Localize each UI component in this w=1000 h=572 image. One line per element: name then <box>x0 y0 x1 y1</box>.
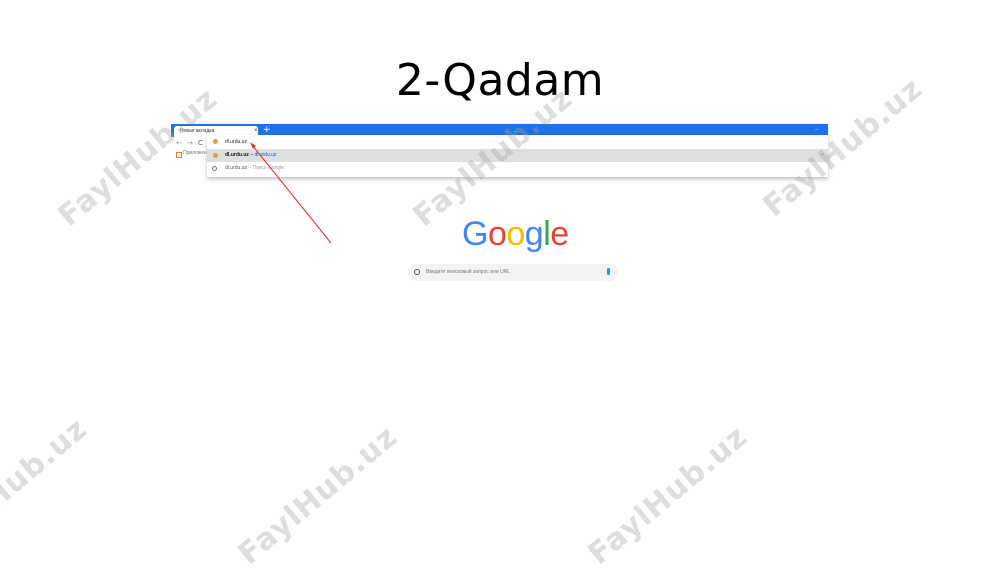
annotation-arrow <box>250 142 332 244</box>
arrow-head <box>250 142 256 149</box>
arrow-line <box>251 144 332 244</box>
